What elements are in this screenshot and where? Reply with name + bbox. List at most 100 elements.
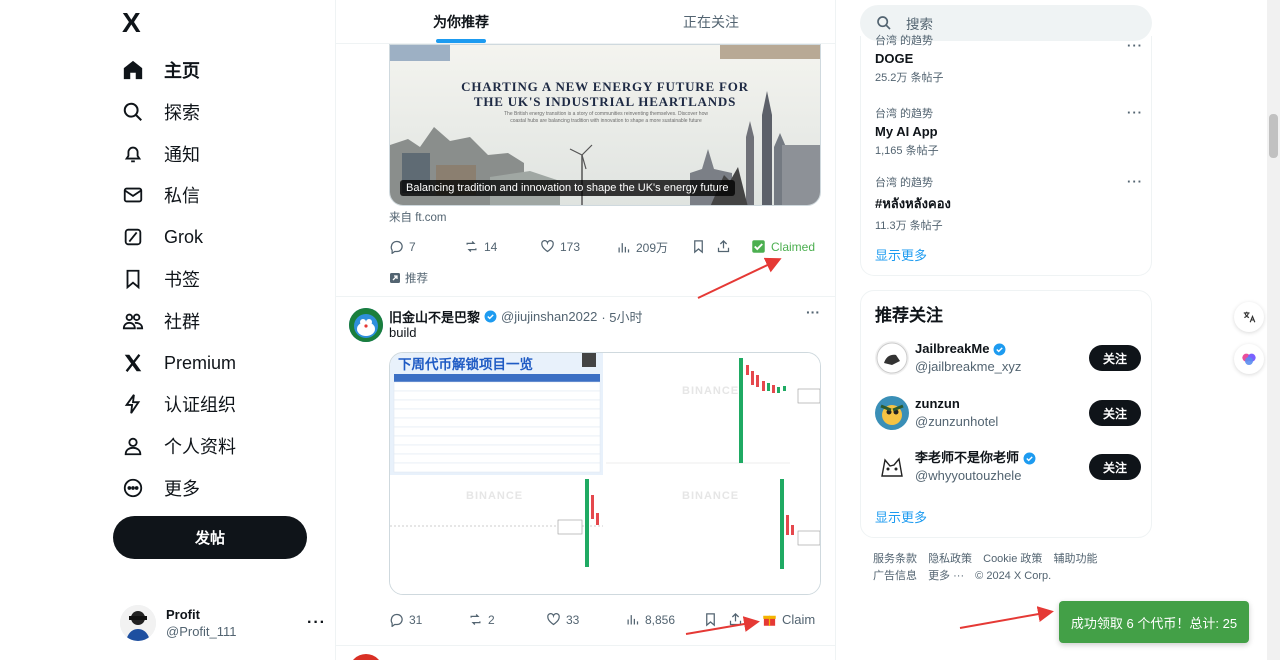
account-more-icon[interactable]: ··· — [307, 614, 326, 632]
post1-reply-count: 7 — [409, 239, 416, 254]
page-scrollbar[interactable] — [1267, 0, 1280, 660]
nav-messages[interactable]: 私信 — [120, 175, 200, 215]
follow-button[interactable]: 关注 — [1089, 345, 1141, 371]
trend-title: My AI App — [875, 124, 938, 139]
trend-more-icon[interactable]: ··· — [1127, 105, 1143, 120]
follow-button[interactable]: 关注 — [1089, 454, 1141, 480]
post2-like-button[interactable]: 33 — [546, 612, 579, 627]
user-name-row: 李老师不是你老师 — [915, 449, 1036, 467]
nav-profile[interactable]: 个人资料 — [120, 426, 236, 466]
repost-icon — [470, 614, 481, 625]
post2-reply-count: 31 — [409, 612, 423, 627]
nav-explore[interactable]: 探索 — [120, 92, 200, 132]
post2-claim-button[interactable]: Claim — [762, 612, 815, 627]
user-handle: @jailbreakme_xyz — [915, 359, 1022, 374]
post1-repost-count: 14 — [484, 239, 498, 254]
brain-icon[interactable] — [1234, 344, 1264, 374]
post1-card-image[interactable]: CHARTING A NEW ENERGY FUTURE FOR THE UK'… — [389, 44, 821, 206]
timeline: 为你推荐 正在关注 CHARTING A NEW ENERGY FUTURE F… — [336, 0, 836, 660]
footer-link-cookies[interactable]: Cookie 政策 — [983, 553, 1042, 565]
nav-verified-orgs-label: 认证组织 — [164, 395, 236, 415]
footer-link-ads[interactable]: 广告信息 — [873, 570, 917, 582]
follow-suggestion[interactable]: zunzun @zunzunhotel 关注 — [875, 393, 1141, 433]
nav-verified-orgs[interactable]: 认证组织 — [120, 384, 236, 424]
post1-share-button[interactable] — [716, 239, 731, 254]
post1-claimed-status: Claimed — [751, 239, 815, 254]
nav-profile-label: 个人资料 — [164, 437, 236, 457]
footer-link-privacy[interactable]: 隐私政策 — [928, 553, 972, 565]
bookmark-icon — [706, 613, 715, 627]
post1-like-button[interactable]: 173 — [540, 239, 580, 254]
post2-header: 旧金山不是巴黎 @jiujinshan2022 · 5小时 — [389, 307, 643, 326]
people-icon — [120, 308, 146, 334]
post1-views-button[interactable]: 209万 — [616, 239, 668, 256]
x-logo[interactable]: X — [122, 9, 148, 37]
post2-timestamp[interactable]: · 5小时 — [601, 307, 642, 326]
follow-button[interactable]: 关注 — [1089, 400, 1141, 426]
post1-repost-button[interactable]: 14 — [464, 239, 497, 254]
post1-reply-button[interactable]: 7 — [389, 239, 416, 254]
nav-notifications[interactable]: 通知 — [120, 134, 200, 174]
post1-source[interactable]: 来自 ft.com — [389, 209, 447, 225]
post1-image-headline-1: CHARTING A NEW ENERGY FUTURE FOR — [461, 79, 749, 94]
post2-share-button[interactable] — [728, 612, 743, 627]
user-names: 李老师不是你老师 @whyyoutouzhele — [915, 449, 1036, 485]
trend-item[interactable]: 台湾 的趋势 #หลังหลังคอง 11.3万 条帖子 ··· — [875, 174, 1142, 233]
nav-bookmarks[interactable]: 书签 — [120, 259, 200, 299]
nav-communities-label: 社群 — [164, 312, 200, 332]
post2-more-icon[interactable]: ··· — [806, 304, 820, 320]
trend-more-icon[interactable]: ··· — [1127, 38, 1143, 53]
scrollbar-thumb[interactable] — [1269, 114, 1278, 158]
post-button[interactable]: 发帖 — [113, 516, 307, 559]
mail-icon — [120, 182, 146, 208]
post2-repost-button[interactable]: 2 — [468, 612, 495, 627]
footer-link-more[interactable]: 更多 ··· — [928, 570, 964, 582]
post2-claim-label: Claim — [782, 612, 816, 627]
trend-more-icon[interactable]: ··· — [1127, 174, 1143, 189]
trend-item[interactable]: 台湾 的趋势 My AI App 1,165 条帖子 ··· — [875, 105, 1142, 158]
post2-author-handle[interactable]: @jiujinshan2022 — [501, 309, 597, 324]
user-name-row: JailbreakMe — [915, 340, 1021, 358]
post3-avatar[interactable] — [349, 654, 383, 660]
trends-show-more-link[interactable]: 显示更多 — [875, 245, 927, 264]
post2-image-grid[interactable]: 下周代币解锁项目一览 BINANCE BINANCE BINANCE — [389, 352, 821, 595]
tab-following[interactable]: 正在关注 — [586, 0, 835, 43]
user-handle: @whyyoutouzhele — [915, 468, 1022, 483]
translate-icon[interactable] — [1234, 302, 1264, 332]
account-switcher[interactable]: Profit @Profit_111 ··· — [120, 600, 326, 646]
nav-grok[interactable]: Grok — [120, 217, 203, 257]
right-sidebar: 搜索 台湾 的趋势 DOGE 25.2万 条帖子 ··· 台湾 的趋势 My A… — [860, 0, 1152, 660]
views-icon — [627, 615, 639, 625]
nav-premium[interactable]: Premium — [120, 343, 236, 383]
post1-promoted: 推荐 — [389, 270, 428, 286]
follow-show-more-link[interactable]: 显示更多 — [875, 507, 927, 526]
footer-links: 服务条款 隐私政策 Cookie 政策 辅助功能 广告信息 更多 ··· © 2… — [873, 551, 1143, 585]
tab-for-you[interactable]: 为你推荐 — [336, 0, 586, 43]
share-icon — [729, 612, 742, 626]
account-name: Profit — [166, 607, 200, 622]
more-circle-icon — [120, 475, 146, 501]
post1-claimed-label: Claimed — [771, 239, 816, 254]
post2-image-title: 下周代币解锁项目一览 — [398, 357, 533, 372]
post1-promoted-label: 推荐 — [405, 273, 428, 285]
footer-link-terms[interactable]: 服务条款 — [873, 553, 917, 565]
post2-author-name[interactable]: 旧金山不是巴黎 — [389, 307, 480, 326]
nav-more[interactable]: 更多 — [120, 468, 200, 508]
home-icon — [120, 57, 146, 83]
heart-icon — [547, 613, 560, 626]
nav-communities[interactable]: 社群 — [120, 301, 200, 341]
post2-reply-button[interactable]: 31 — [389, 612, 422, 627]
follow-suggestion[interactable]: 李老师不是你老师 @whyyoutouzhele 关注 — [875, 447, 1141, 487]
footer-link-accessibility[interactable]: 辅助功能 — [1053, 553, 1097, 565]
reply-icon — [390, 240, 403, 254]
trend-item[interactable]: 台湾 的趋势 DOGE 25.2万 条帖子 ··· — [875, 35, 1142, 85]
post2-repost-count: 2 — [488, 612, 495, 627]
post1-bookmark-button[interactable] — [691, 239, 706, 254]
post2-avatar[interactable] — [349, 308, 383, 342]
follow-suggestion[interactable]: JailbreakMe @jailbreakme_xyz 关注 — [875, 338, 1141, 378]
post2-bookmark-button[interactable] — [703, 612, 718, 627]
post2-views-button[interactable]: 8,856 — [625, 612, 675, 627]
nav-home[interactable]: 主页 — [120, 50, 200, 90]
lightning-icon — [120, 391, 146, 417]
nav-home-label: 主页 — [164, 61, 200, 81]
